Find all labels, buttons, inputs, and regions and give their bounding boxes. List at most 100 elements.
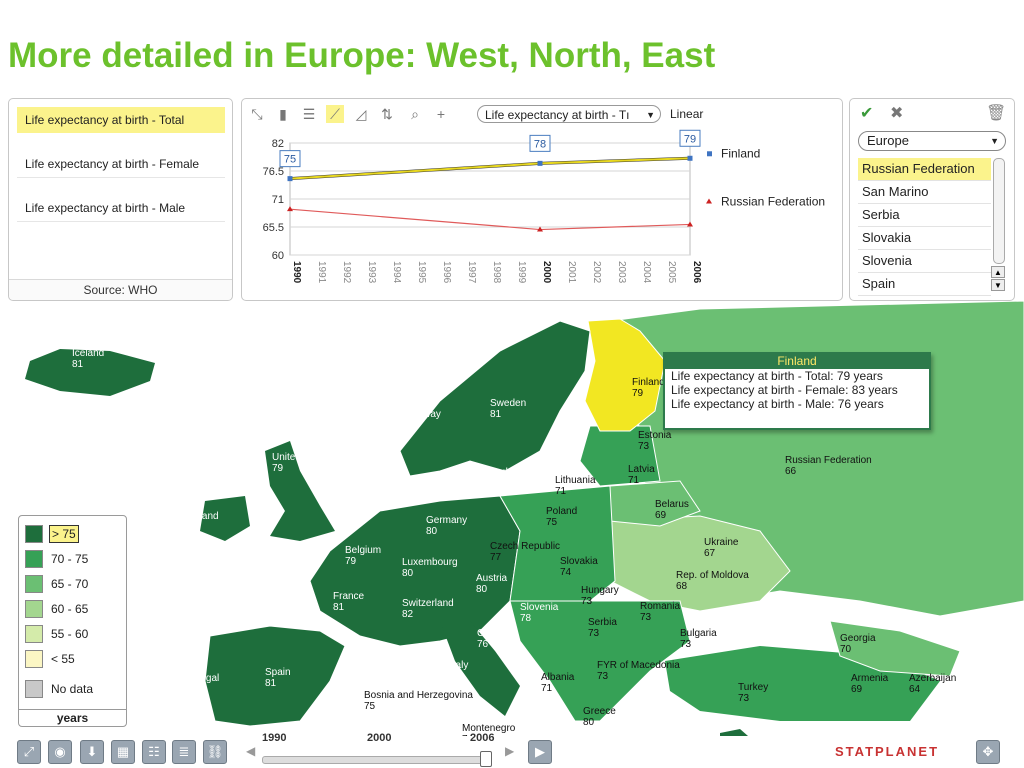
scale-select[interactable]: Linear <box>670 105 703 123</box>
line-chart-icon[interactable]: ⟋ <box>326 105 344 123</box>
map-country-label[interactable]: Serbia 73 <box>588 617 617 639</box>
map-country-label[interactable]: Turkey 73 <box>738 682 768 704</box>
map-country-label[interactable]: Croatia 76 <box>477 628 509 650</box>
bar-chart-icon[interactable]: ▮ <box>274 105 292 123</box>
map-country-label[interactable]: Luxembourg 80 <box>402 557 458 579</box>
play-icon[interactable]: ▶ <box>528 740 552 764</box>
legend-item[interactable]: No data <box>25 679 120 699</box>
indicator-item-male[interactable]: Life expectancy at birth - Male <box>17 195 225 222</box>
map-country-name: Portugal <box>182 673 220 684</box>
scroll-down-icon[interactable]: ▼ <box>991 279 1005 291</box>
map-country-label[interactable]: FYR of Macedonia 73 <box>597 660 680 682</box>
sort-icon[interactable]: ⇅ <box>378 105 396 123</box>
map-country-label[interactable]: Greece 80 <box>583 706 616 728</box>
timeline-prev-icon[interactable]: ◀ <box>246 744 255 758</box>
legend-item[interactable]: 65 - 70 <box>25 574 120 594</box>
scrollbar-track[interactable] <box>993 158 1005 264</box>
map-country-label[interactable]: Russian Federation 66 <box>785 455 872 477</box>
map-country-label[interactable]: Belarus 69 <box>655 499 689 521</box>
link-icon[interactable]: ⛓ <box>203 740 227 764</box>
map-country-value: 77 <box>490 552 502 563</box>
map-country-label[interactable]: Italy 81 <box>450 660 468 682</box>
map-country-label[interactable]: Bulgaria 73 <box>680 628 717 650</box>
map-country-label[interactable]: Portugal 79 <box>182 673 219 695</box>
map-country-label[interactable]: Slovenia 78 <box>520 602 558 624</box>
country-item[interactable]: Russian Federation <box>858 158 991 181</box>
map-country-name: United Kingdom <box>272 452 344 463</box>
x-tick-label: 1996 <box>441 261 452 284</box>
list-icon[interactable]: ≣ <box>172 740 196 764</box>
settings-icon[interactable]: ✥ <box>976 740 1000 764</box>
timeline-slider[interactable] <box>262 756 489 764</box>
legend-item[interactable]: > 75 <box>25 524 120 544</box>
indicator-item-female[interactable]: Life expectancy at birth - Female <box>17 151 225 178</box>
map-country-label[interactable]: Rep. of Moldova 68 <box>676 570 749 592</box>
map-country-label[interactable]: Lithuania 71 <box>555 475 596 497</box>
map-country-label[interactable]: Spain 81 <box>265 667 291 689</box>
map-country-label[interactable]: Hungary 73 <box>581 585 619 607</box>
map-country-label[interactable]: Belgium 79 <box>345 545 381 567</box>
map-country-label[interactable]: Iceland 81 <box>72 348 104 370</box>
horizontal-bar-icon[interactable]: ☰ <box>300 105 318 123</box>
map-country-label[interactable]: Andorra 82 <box>345 655 381 677</box>
x-tick-label: 2000 <box>541 261 552 284</box>
chart-indicator-select[interactable]: Life expectancy at birth - Tı ▼ <box>477 105 661 123</box>
map-country-label[interactable]: Slovakia 74 <box>560 556 598 578</box>
country-item[interactable]: Spain <box>858 273 991 296</box>
check-icon[interactable]: ✔ <box>860 105 873 123</box>
download-icon[interactable]: ⬇ <box>80 740 104 764</box>
map-country-label[interactable]: Georgia 70 <box>840 633 876 655</box>
map-country-label[interactable]: Albania 71 <box>541 672 574 694</box>
map-country-label[interactable]: Estonia 73 <box>638 430 671 452</box>
x-tick-label: 1999 <box>516 261 527 284</box>
map-country-name: Poland <box>546 506 578 517</box>
map-country-label[interactable]: Armenia 69 <box>851 673 888 695</box>
map-country-label[interactable]: Sweden 81 <box>490 398 526 420</box>
map-country-label[interactable]: Denmark 79 <box>470 467 511 489</box>
map-country-label[interactable]: Poland 75 <box>546 506 577 528</box>
trash-icon[interactable]: 🗑 <box>986 105 1006 123</box>
tooltip-line-total: Life expectancy at birth - Total: 79 yea… <box>671 369 883 383</box>
map-country-label[interactable]: Latvia 71 <box>628 464 655 486</box>
country-item[interactable]: Slovakia <box>858 227 991 250</box>
country-item[interactable]: Slovenia <box>858 250 991 273</box>
map-country-label[interactable]: Bosnia and Herzegovina 75 <box>364 690 473 712</box>
table-icon[interactable]: ☷ <box>142 740 166 764</box>
x-tick-label: 1990 <box>291 261 302 284</box>
map-country-label[interactable]: Azerbaijan 64 <box>909 673 956 695</box>
add-icon[interactable]: + <box>432 105 450 123</box>
region-select[interactable]: Europe ▼ <box>858 131 1006 151</box>
eye-icon[interactable]: ◉ <box>48 740 72 764</box>
country-item[interactable]: San Marino <box>858 181 991 204</box>
map-country-label[interactable]: Czech Republic 77 <box>490 541 560 563</box>
map-country-label[interactable]: Ireland 80 <box>188 511 219 533</box>
map-country-label[interactable]: Switzerland 82 <box>402 598 454 620</box>
close-icon[interactable]: ✖ <box>890 105 903 123</box>
scroll-up-icon[interactable]: ▲ <box>991 266 1005 278</box>
timeline-next-icon[interactable]: ▶ <box>505 744 514 758</box>
legend-item[interactable]: < 55 <box>25 649 120 669</box>
map-country-label[interactable]: France 81 <box>333 591 364 613</box>
map-country-label[interactable]: United Kingdom 79 <box>272 452 343 474</box>
legend-item[interactable]: 55 - 60 <box>25 624 120 644</box>
map-country-label[interactable]: Ukraine 67 <box>704 537 738 559</box>
map-country-label[interactable]: Norway 80 <box>407 409 441 431</box>
map-country-label[interactable]: Romania 73 <box>640 601 680 623</box>
indicator-item-total[interactable]: Life expectancy at birth - Total <box>17 107 225 133</box>
map-country-label[interactable]: Netherlands 80 <box>350 497 404 519</box>
legend-item[interactable]: 60 - 65 <box>25 599 120 619</box>
map-country-label[interactable]: Germany 80 <box>426 515 467 537</box>
timeline-slider-thumb[interactable] <box>480 751 492 767</box>
zoom-icon[interactable]: ⌕ <box>406 105 424 123</box>
map-country-label[interactable]: Finland 79 <box>632 377 665 399</box>
x-tick-label: 2004 <box>641 261 652 284</box>
scatter-icon[interactable]: ⤡ <box>248 105 266 123</box>
fullscreen-icon[interactable]: ⤢ <box>17 740 41 764</box>
country-item[interactable]: Serbia <box>858 204 991 227</box>
map-icon[interactable]: ▦ <box>111 740 135 764</box>
legend-item[interactable]: 70 - 75 <box>25 549 120 569</box>
area-chart-icon[interactable]: ◿ <box>352 105 370 123</box>
map-country-label[interactable]: Austria 80 <box>476 573 507 595</box>
map-country-value: 80 <box>476 584 488 595</box>
country-scrollbar[interactable]: ▲ ▼ <box>991 158 1005 292</box>
